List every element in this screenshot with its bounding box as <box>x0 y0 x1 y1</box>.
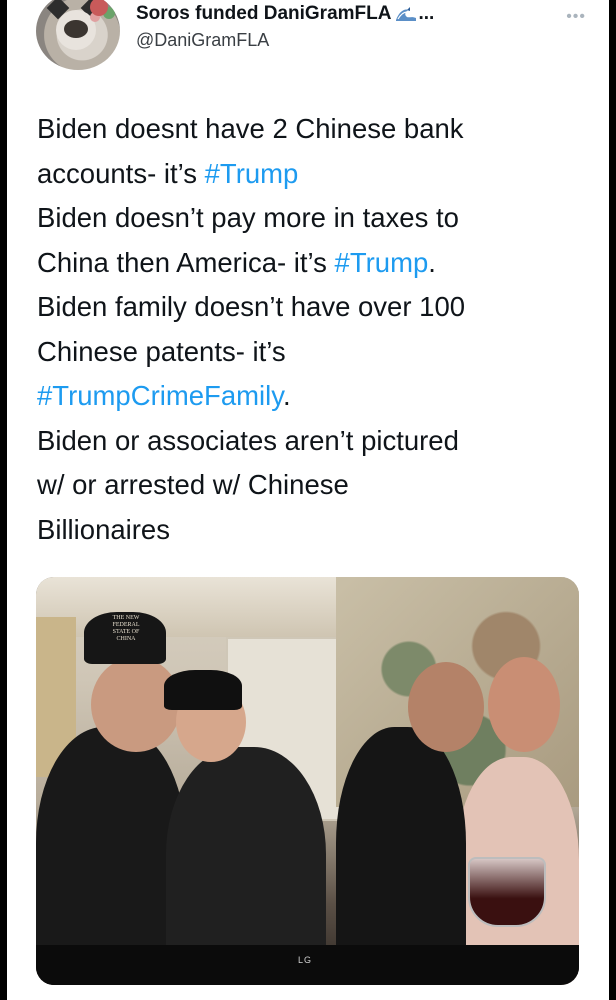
tweet-line: accounts- it’s #Trump <box>37 152 597 197</box>
author-name-row[interactable]: Soros funded DaniGramFLA ... <box>136 3 434 25</box>
tweet-text-segment: Chinese patents- it’s <box>37 335 286 367</box>
tv-brand-logo: LG <box>298 955 313 965</box>
hashtag-link[interactable]: #Trump <box>335 247 429 278</box>
more-horizontal-icon[interactable]: ••• <box>566 8 586 26</box>
avatar-cat-mask <box>64 20 88 38</box>
hashtag-link[interactable]: #TrumpCrimeFamily <box>37 380 283 411</box>
photo-person-3-head <box>408 662 484 752</box>
hashtag-link[interactable]: #Trump <box>205 158 299 189</box>
tweet-line: Biden doesn’t pay more in taxes to <box>37 196 597 241</box>
author-handle[interactable]: @DaniGramFLA <box>136 30 269 51</box>
tweet-line: Billionaires <box>37 508 597 553</box>
tweet-text-segment: Billionaires <box>37 513 170 545</box>
tv-bezel <box>36 945 579 985</box>
avatar-flower-crown <box>90 0 108 16</box>
author-display-name[interactable]: Soros funded DaniGramFLA <box>136 3 391 25</box>
left-frame-border <box>0 0 7 1000</box>
tweet-text-segment: Biden doesnt have 2 Chinese bank <box>37 113 464 144</box>
tweet-line: w/ or arrested w/ Chinese <box>37 463 597 508</box>
tweet-body-text: Biden doesnt have 2 Chinese bank accounts… <box>37 107 597 552</box>
tweet-line: Biden doesnt have 2 Chinese bank <box>37 107 597 152</box>
photo-person-2-hat <box>164 670 242 710</box>
tweet-text-segment: Biden or associates aren’t pictured <box>37 424 459 456</box>
tweet-line: #TrumpCrimeFamily. <box>37 374 597 419</box>
tweet-text-segment: Biden doesn’t pay more in taxes to <box>37 202 459 233</box>
wave-emoji-icon <box>395 6 417 22</box>
tweet-text-segment: accounts- it’s <box>37 157 205 189</box>
tweet-media-photo[interactable]: THE NEW FEDERAL STATE OF CHINA LG <box>36 577 579 985</box>
name-truncation: ... <box>418 3 435 24</box>
tweet-text-segment: Biden family doesn’t have over 100 <box>37 291 466 322</box>
tweet-line: Biden family doesn’t have over 100 <box>37 285 597 330</box>
hat-lettering: THE NEW FEDERAL STATE OF CHINA <box>112 615 140 642</box>
tweet-text-segment: . <box>282 380 291 411</box>
tweet-line: Biden or associates aren’t pictured <box>37 419 597 464</box>
photo-drink-glass <box>468 857 546 927</box>
right-frame-border <box>609 0 616 1000</box>
tweet-text-segment: . <box>428 246 436 278</box>
tweet-text-segment: China then America- it’s <box>37 246 335 278</box>
tweet-header: Soros funded DaniGramFLA ... @DaniGramFL… <box>36 0 586 75</box>
tweet-line: China then America- it’s #Trump. <box>37 241 597 286</box>
avatar[interactable] <box>36 0 120 70</box>
photo-person-4-head <box>488 657 560 752</box>
tweet-line: Chinese patents- it’s <box>37 330 597 375</box>
tweet-text-segment: w/ or arrested w/ Chinese <box>37 469 349 500</box>
